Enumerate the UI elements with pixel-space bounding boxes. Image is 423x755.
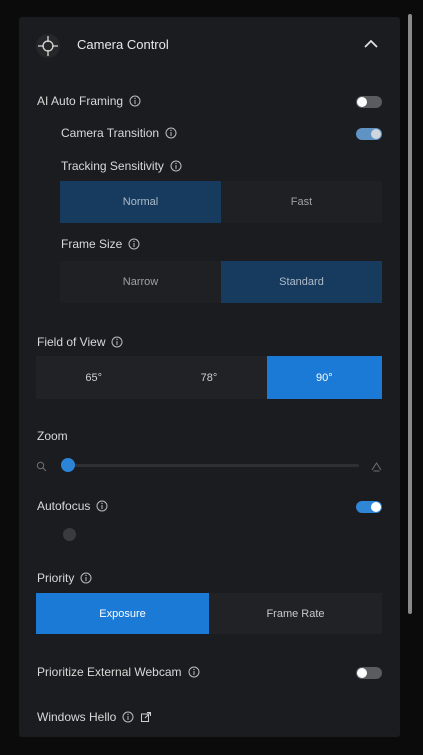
priority-option-frame-rate[interactable]: Frame Rate: [209, 593, 382, 634]
prioritize-external-webcam-toggle[interactable]: [356, 667, 382, 679]
prioritize-external-webcam-row: Prioritize External Webcam: [37, 665, 200, 679]
tracking-sensitivity-row: Tracking Sensitivity: [61, 159, 182, 173]
camera-transition-label: Camera Transition: [61, 126, 160, 140]
zoom-slider-handle[interactable]: [61, 458, 75, 472]
ai-auto-framing-row: AI Auto Framing: [37, 94, 141, 108]
camera-control-panel: Camera Control AI Auto Framing Camera Tr…: [19, 17, 400, 737]
zoom-out-icon: [36, 459, 47, 472]
priority-option-exposure[interactable]: Exposure: [36, 593, 209, 634]
info-icon[interactable]: [122, 711, 134, 723]
tracking-option-normal[interactable]: Normal: [60, 181, 221, 223]
camera-control-header[interactable]: Camera Control: [19, 17, 400, 73]
ai-auto-framing-label: AI Auto Framing: [37, 94, 124, 108]
info-icon[interactable]: [165, 127, 177, 139]
zoom-row: Zoom: [37, 429, 68, 443]
tracking-sensitivity-label: Tracking Sensitivity: [61, 159, 164, 173]
field-of-view-row: Field of View: [37, 335, 123, 349]
autofocus-slider-handle[interactable]: [63, 528, 76, 541]
frame-size-row: Frame Size: [61, 237, 140, 251]
external-link-icon[interactable]: [140, 711, 152, 723]
frame-size-segmented: Narrow Standard: [60, 261, 382, 303]
priority-row: Priority: [37, 571, 92, 585]
info-icon[interactable]: [111, 336, 123, 348]
chevron-up-icon[interactable]: [363, 37, 379, 51]
tracking-option-fast[interactable]: Fast: [221, 181, 382, 223]
fov-option-78[interactable]: 78°: [151, 356, 267, 399]
scrollbar[interactable]: [408, 14, 412, 614]
info-icon[interactable]: [188, 666, 200, 678]
autofocus-label: Autofocus: [37, 499, 91, 513]
section-title: Camera Control: [77, 37, 169, 52]
prioritize-external-webcam-label: Prioritize External Webcam: [37, 665, 182, 679]
info-icon[interactable]: [96, 500, 108, 512]
camera-transition-row: Camera Transition: [61, 126, 177, 140]
priority-segmented: Exposure Frame Rate: [36, 593, 382, 634]
field-of-view-segmented: 65° 78° 90°: [36, 356, 382, 399]
camera-transition-toggle[interactable]: [356, 128, 382, 140]
info-icon[interactable]: [80, 572, 92, 584]
frame-size-option-standard[interactable]: Standard: [221, 261, 382, 303]
zoom-label: Zoom: [37, 429, 68, 443]
autofocus-toggle[interactable]: [356, 501, 382, 513]
priority-label: Priority: [37, 571, 75, 585]
info-icon[interactable]: [170, 160, 182, 172]
autofocus-row: Autofocus: [37, 499, 108, 513]
frame-size-label: Frame Size: [61, 237, 123, 251]
windows-hello-label: Windows Hello: [37, 710, 117, 724]
fov-option-65[interactable]: 65°: [36, 356, 152, 399]
frame-size-option-narrow[interactable]: Narrow: [60, 261, 221, 303]
windows-hello-row: Windows Hello: [37, 710, 152, 724]
info-icon[interactable]: [128, 238, 140, 250]
ai-auto-framing-toggle[interactable]: [356, 96, 382, 108]
fov-option-90[interactable]: 90°: [266, 356, 382, 399]
tracking-sensitivity-segmented: Normal Fast: [60, 181, 382, 223]
field-of-view-label: Field of View: [37, 335, 106, 349]
zoom-slider-track[interactable]: [69, 464, 359, 467]
zoom-in-icon: [371, 459, 382, 472]
crosshair-icon: [35, 33, 61, 59]
info-icon[interactable]: [129, 95, 141, 107]
